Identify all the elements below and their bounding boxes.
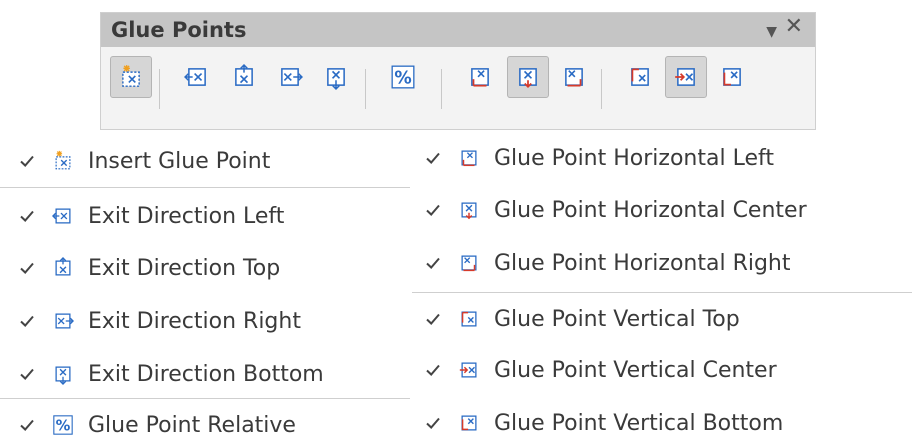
toolbar-separator <box>159 69 160 109</box>
exit-bottom-icon <box>55 366 71 385</box>
menu-item-exit-left[interactable]: Exit Direction Left <box>18 196 284 236</box>
checkmark-icon <box>426 204 440 216</box>
exit-right-icon <box>281 68 303 86</box>
horizontal-left-icon <box>471 68 489 87</box>
exit-top-icon <box>235 64 253 86</box>
menu-item-horizontal-right[interactable]: Glue Point Horizontal Right <box>424 243 791 283</box>
vertical-center-button[interactable] <box>665 56 707 98</box>
toolbar-separator <box>601 69 602 109</box>
menu-item-exit-bottom[interactable]: Exit Direction Bottom <box>18 354 324 394</box>
exit-right-icon <box>55 313 74 329</box>
toolbar-separator <box>441 69 442 109</box>
vertical-top-icon <box>631 68 649 86</box>
horizontal-right-icon <box>565 68 583 87</box>
menu-item-exit-right[interactable]: Exit Direction Right <box>18 301 301 341</box>
vertical-center-icon <box>459 362 477 378</box>
menu-divider <box>0 187 410 188</box>
insert-glue-point-icon <box>55 150 71 170</box>
menu-item-label: Glue Point Vertical Bottom <box>494 410 784 436</box>
vertical-top-icon <box>461 311 477 327</box>
vertical-bottom-button[interactable] <box>711 56 753 98</box>
menu-item-vertical-top[interactable]: Glue Point Vertical Top <box>424 299 740 339</box>
menu-item-vertical-center[interactable]: Glue Point Vertical Center <box>424 350 777 390</box>
toolbar-title-bar[interactable]: Glue Points ▼ ✕ <box>101 13 815 47</box>
exit-bottom-icon <box>327 68 345 90</box>
horizontal-left-icon <box>461 150 477 167</box>
checkmark-icon <box>426 257 440 269</box>
exit-direction-right-button[interactable] <box>269 56 311 98</box>
menu-item-label: Exit Direction Top <box>88 255 281 281</box>
exit-direction-top-button[interactable] <box>223 56 265 98</box>
checkmark-icon <box>426 364 440 376</box>
vertical-bottom-icon <box>461 415 477 431</box>
checkmark-icon <box>20 262 34 274</box>
menu-item-label: Exit Direction Right <box>88 308 301 334</box>
svg-text:%: % <box>394 69 411 89</box>
horizontal-center-button[interactable] <box>507 56 549 98</box>
menu-item-label: Glue Point Vertical Center <box>494 357 777 383</box>
glue-point-relative-button[interactable]: % <box>382 56 424 98</box>
menu-item-label: Glue Point Horizontal Right <box>494 250 791 276</box>
menu-item-label: Exit Direction Bottom <box>88 361 324 387</box>
menu-item-horizontal-center[interactable]: Glue Point Horizontal Center <box>424 190 807 230</box>
toolbar-separator <box>365 69 366 109</box>
dropdown-triangle-icon[interactable]: ▼ <box>766 21 777 43</box>
menu-divider <box>0 398 410 399</box>
menu-item-label: Glue Point Horizontal Left <box>494 145 774 171</box>
vertical-bottom-icon <box>723 68 741 86</box>
svg-text:%: % <box>56 418 71 435</box>
menu-item-label: Glue Point Vertical Top <box>494 306 740 332</box>
menu-item-horizontal-left[interactable]: Glue Point Horizontal Left <box>424 138 774 178</box>
checkmark-icon <box>20 155 34 167</box>
percent-icon: % <box>391 65 415 89</box>
menu-item-vertical-bottom[interactable]: Glue Point Vertical Bottom <box>424 403 783 443</box>
checkmark-icon <box>20 368 34 380</box>
menu-divider <box>412 292 912 293</box>
insert-glue-point-icon <box>122 65 140 87</box>
horizontal-left-button[interactable] <box>459 56 501 98</box>
close-icon[interactable]: ✕ <box>785 16 803 38</box>
horizontal-center-icon <box>519 68 537 88</box>
menu-item-label: Glue Point Relative <box>88 412 296 438</box>
menu-item-label: Insert Glue Point <box>88 148 271 174</box>
exit-direction-left-button[interactable] <box>176 56 218 98</box>
insert-glue-point-button[interactable] <box>110 56 152 98</box>
horizontal-right-icon <box>461 255 477 272</box>
horizontal-center-icon <box>461 202 477 220</box>
horizontal-right-button[interactable] <box>553 56 595 98</box>
toolbar-title: Glue Points <box>111 18 247 42</box>
checkmark-icon <box>426 417 440 429</box>
vertical-top-button[interactable] <box>619 56 661 98</box>
checkmark-icon <box>20 210 34 222</box>
menu-item-label: Glue Point Horizontal Center <box>494 197 807 223</box>
menu-item-insert-glue-point[interactable]: Insert Glue Point <box>18 141 270 181</box>
menu-item-label: Exit Direction Left <box>88 203 285 229</box>
exit-left-icon <box>184 68 206 86</box>
vertical-center-icon <box>675 68 695 86</box>
glue-points-toolbar: Glue Points ▼ ✕ % <box>100 12 816 130</box>
menu-item-exit-top[interactable]: Exit Direction Top <box>18 248 280 288</box>
checkmark-icon <box>20 419 34 431</box>
checkmark-icon <box>426 152 440 164</box>
checkmark-icon <box>20 315 34 327</box>
checkmark-icon <box>426 313 440 325</box>
exit-top-icon <box>55 257 71 276</box>
menu-item-percent[interactable]: % Glue Point Relative <box>18 405 296 445</box>
exit-left-icon <box>52 208 71 224</box>
exit-direction-bottom-button[interactable] <box>315 56 357 98</box>
percent-icon: % <box>53 415 73 435</box>
